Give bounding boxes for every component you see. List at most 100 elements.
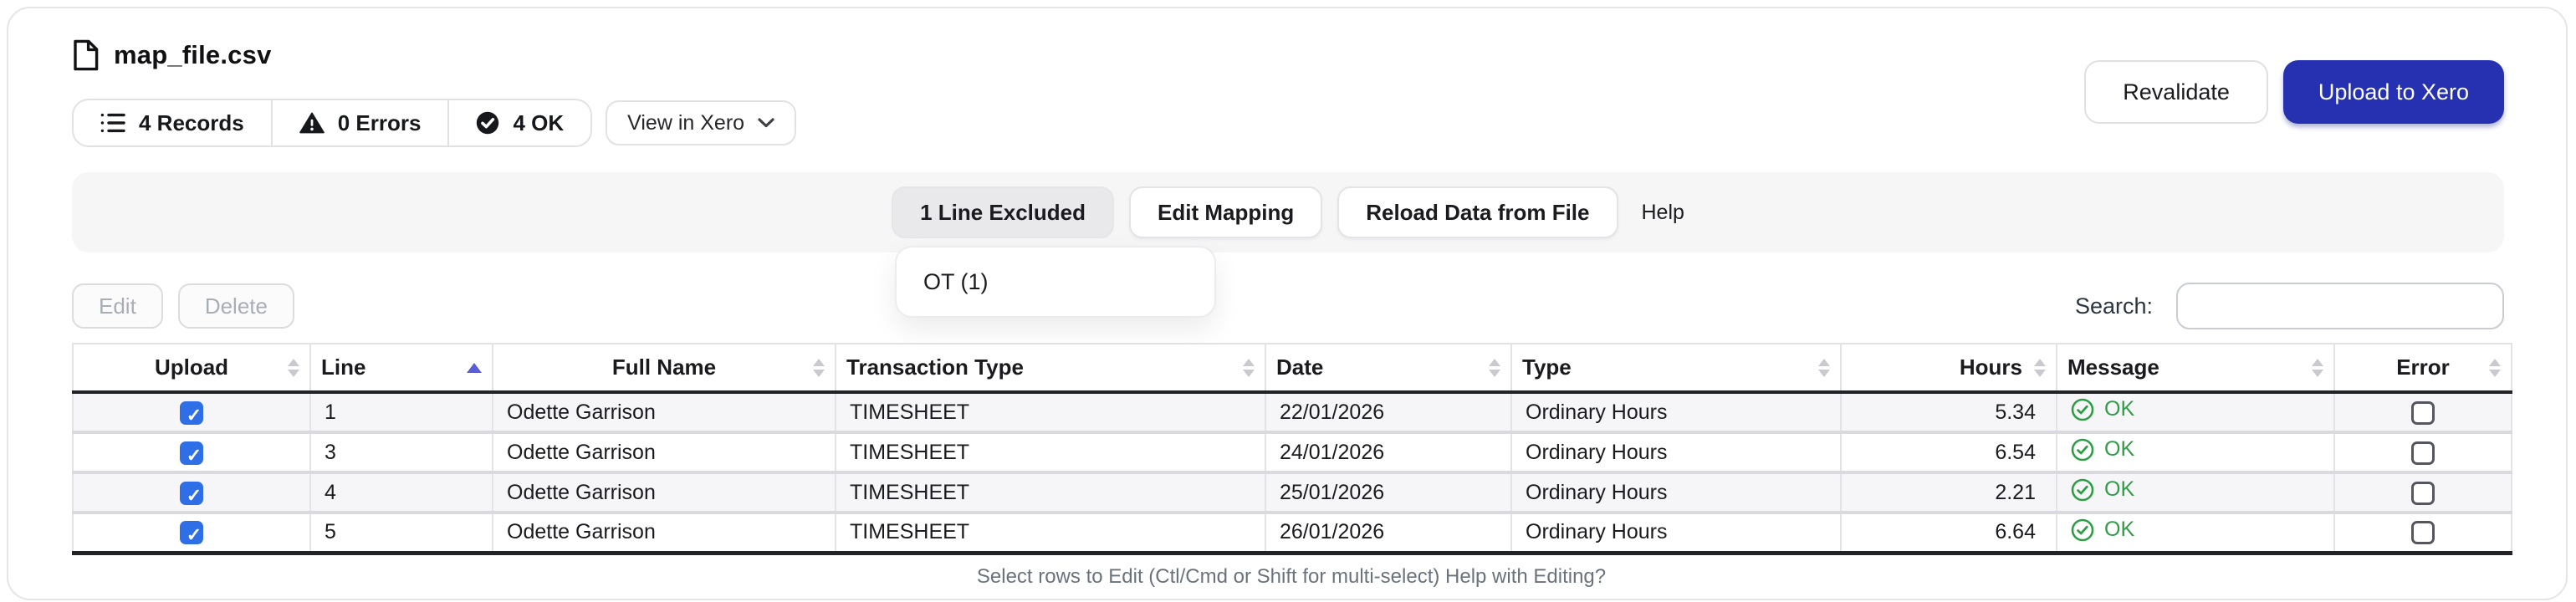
- column-header-type[interactable]: Type: [1511, 344, 1841, 392]
- error-checkbox[interactable]: [2411, 401, 2435, 425]
- error-checkbox[interactable]: [2411, 441, 2435, 465]
- cell-type: Ordinary Hours: [1511, 472, 1841, 513]
- ok-check-icon: [2071, 398, 2094, 421]
- cell-type: Ordinary Hours: [1511, 513, 1841, 553]
- cell-transaction-type: TIMESHEET: [836, 432, 1265, 472]
- column-header-upload[interactable]: Upload: [73, 344, 310, 392]
- cell-date: 22/01/2026: [1265, 392, 1511, 432]
- header-actions: Revalidate Upload to Xero: [2084, 60, 2504, 124]
- records-table: Upload Line Full Name Transaction Type D…: [72, 343, 2512, 555]
- cell-message: OK: [2057, 432, 2334, 472]
- table-row[interactable]: 4 Odette Garrison TIMESHEET 25/01/2026 O…: [73, 472, 2512, 513]
- ok-check-icon: [2071, 438, 2094, 462]
- error-checkbox[interactable]: [2411, 521, 2435, 544]
- cell-full-name: Odette Garrison: [493, 472, 836, 513]
- cell-upload: [73, 432, 310, 472]
- sort-icon: [1243, 359, 1255, 377]
- view-in-xero-dropdown[interactable]: View in Xero: [606, 100, 796, 145]
- help-link[interactable]: Help: [1642, 201, 1684, 225]
- ok-check-icon: [2071, 478, 2094, 502]
- cell-type: Ordinary Hours: [1511, 392, 1841, 432]
- upload-checkbox[interactable]: [180, 441, 203, 465]
- edit-mapping-button[interactable]: Edit Mapping: [1129, 186, 1322, 238]
- table-header-row: Upload Line Full Name Transaction Type D…: [73, 344, 2512, 392]
- search-label: Search:: [2075, 293, 2153, 319]
- cell-transaction-type: TIMESHEET: [836, 513, 1265, 553]
- cell-hours: 2.21: [1841, 472, 2057, 513]
- column-header-hours[interactable]: Hours: [1841, 344, 2057, 392]
- ok-stat[interactable]: 4 OK: [449, 100, 590, 145]
- sort-icon: [813, 359, 825, 377]
- column-header-transaction-type[interactable]: Transaction Type: [836, 344, 1265, 392]
- upload-checkbox[interactable]: [180, 401, 203, 425]
- warning-icon: [299, 112, 325, 134]
- table-row[interactable]: 3 Odette Garrison TIMESHEET 24/01/2026 O…: [73, 432, 2512, 472]
- table-footer-hint[interactable]: Select rows to Edit (Ctl/Cmd or Shift fo…: [72, 565, 2511, 589]
- reload-data-button[interactable]: Reload Data from File: [1337, 186, 1618, 238]
- errors-stat[interactable]: 0 Errors: [273, 100, 450, 145]
- table-row[interactable]: 5 Odette Garrison TIMESHEET 26/01/2026 O…: [73, 513, 2512, 553]
- cell-hours: 6.54: [1841, 432, 2057, 472]
- view-in-xero-label: View in Xero: [627, 111, 744, 135]
- cell-upload: [73, 392, 310, 432]
- sort-icon: [1818, 359, 1830, 377]
- errors-stat-label: 0 Errors: [338, 110, 422, 136]
- cell-full-name: Odette Garrison: [493, 513, 836, 553]
- edit-button[interactable]: Edit: [72, 283, 163, 329]
- records-stat[interactable]: 4 Records: [74, 100, 273, 145]
- delete-button[interactable]: Delete: [178, 283, 294, 329]
- cell-line: 4: [310, 472, 493, 513]
- sort-icon: [2489, 359, 2501, 377]
- sort-icon: [288, 359, 299, 377]
- page-title: map_file.csv: [114, 40, 272, 70]
- check-circle-icon: [476, 111, 499, 135]
- search-input[interactable]: [2176, 283, 2504, 329]
- cell-date: 24/01/2026: [1265, 432, 1511, 472]
- file-icon: [72, 39, 99, 71]
- ok-stat-label: 4 OK: [513, 110, 564, 136]
- cell-hours: 5.34: [1841, 392, 2057, 432]
- error-checkbox[interactable]: [2411, 482, 2435, 505]
- list-icon: [100, 112, 125, 134]
- cell-message: OK: [2057, 392, 2334, 432]
- column-header-message[interactable]: Message: [2057, 344, 2334, 392]
- column-header-error[interactable]: Error: [2334, 344, 2512, 392]
- revalidate-button[interactable]: Revalidate: [2084, 60, 2268, 124]
- cell-error: [2334, 472, 2512, 513]
- sort-icon: [2312, 359, 2323, 377]
- cell-date: 25/01/2026: [1265, 472, 1511, 513]
- column-header-line[interactable]: Line: [310, 344, 493, 392]
- records-stat-label: 4 Records: [139, 110, 244, 136]
- table-controls-row: Edit Delete Search:: [72, 283, 2504, 329]
- cell-hours: 6.64: [1841, 513, 2057, 553]
- sort-icon: [1489, 359, 1500, 377]
- upload-checkbox[interactable]: [180, 482, 203, 505]
- sort-asc-icon: [467, 363, 482, 373]
- file-panel: map_file.csv Revalidate Upload to Xero 4…: [7, 7, 2568, 600]
- cell-transaction-type: TIMESHEET: [836, 472, 1265, 513]
- cell-error: [2334, 392, 2512, 432]
- excluded-lines-popover: OT (1): [895, 246, 1216, 318]
- cell-upload: [73, 472, 310, 513]
- search-area: Search:: [2075, 283, 2504, 329]
- cell-message: OK: [2057, 472, 2334, 513]
- toolbar-banner: 1 Line Excluded Edit Mapping Reload Data…: [72, 172, 2504, 253]
- cell-error: [2334, 432, 2512, 472]
- chevron-down-icon: [758, 118, 774, 128]
- cell-type: Ordinary Hours: [1511, 432, 1841, 472]
- excluded-popover-item[interactable]: OT (1): [923, 269, 989, 295]
- sort-icon: [2034, 359, 2046, 377]
- row-action-buttons: Edit Delete: [72, 283, 294, 329]
- upload-checkbox[interactable]: [180, 521, 203, 544]
- column-header-full-name[interactable]: Full Name: [493, 344, 836, 392]
- cell-transaction-type: TIMESHEET: [836, 392, 1265, 432]
- page: map_file.csv Revalidate Upload to Xero 4…: [0, 0, 2576, 602]
- lines-excluded-button[interactable]: 1 Line Excluded: [892, 186, 1114, 238]
- stats-group: 4 Records 0 Errors 4 OK: [72, 99, 592, 147]
- cell-date: 26/01/2026: [1265, 513, 1511, 553]
- cell-message: OK: [2057, 513, 2334, 553]
- column-header-date[interactable]: Date: [1265, 344, 1511, 392]
- cell-error: [2334, 513, 2512, 553]
- table-row[interactable]: 1 Odette Garrison TIMESHEET 22/01/2026 O…: [73, 392, 2512, 432]
- upload-to-xero-button[interactable]: Upload to Xero: [2283, 60, 2504, 124]
